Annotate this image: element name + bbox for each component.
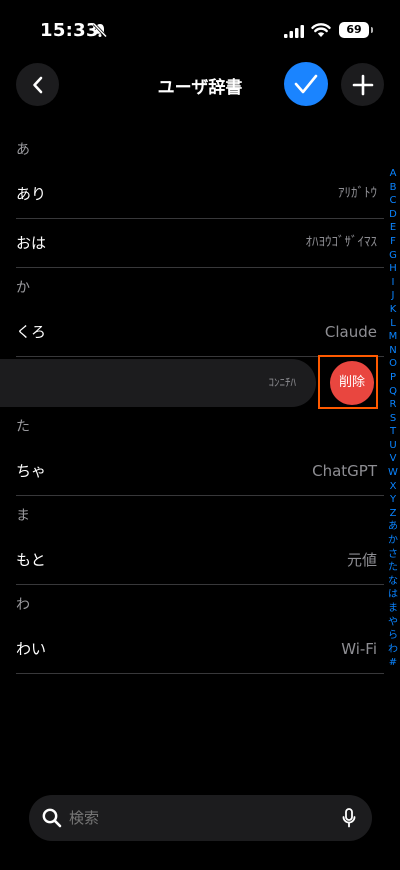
index-letter[interactable]: K [390,303,397,317]
index-letter[interactable]: O [389,357,397,371]
list-item[interactable]: ちゃ ChatGPT [0,447,384,495]
item-reading: あり [16,185,47,203]
index-letter[interactable]: B [390,181,397,195]
confirm-button[interactable] [284,62,328,106]
item-reading: わい [16,640,47,658]
index-letter[interactable]: D [389,208,397,222]
index-letter[interactable]: L [390,317,396,331]
search-icon [42,808,62,828]
section-header: た [16,419,30,435]
item-reading: ちゃ [16,462,47,480]
dictionary-list: あ あり ｱﾘｶﾞﾄｳ おは ｵﾊﾖｳｺﾞｻﾞｲﾏｽ か くろ Claude ｺ… [0,130,384,674]
index-letter[interactable]: か [388,534,398,548]
microphone-icon[interactable] [342,808,356,828]
checkmark-icon [294,74,318,94]
add-button[interactable] [341,63,384,106]
index-letter[interactable]: は [388,588,398,602]
status-time: 15:33 [40,20,99,41]
index-letter[interactable]: H [389,262,397,276]
item-word: Wi-Fi [341,640,377,658]
search-input[interactable] [69,795,329,841]
section-index[interactable]: A B C D E F G H I J K L M N O P Q R S T U V W X Y Z あかさたなはまやらわ # [386,167,400,670]
list-item[interactable]: くろ Claude [0,308,384,356]
swiped-list-item[interactable]: ｺﾝﾆﾁﾊ 削除 [0,355,384,409]
index-letter[interactable]: X [390,480,397,494]
index-letter[interactable]: W [388,466,398,480]
index-letter[interactable]: Y [390,493,396,507]
item-word: Claude [324,323,377,341]
signal-icon [284,25,304,38]
index-letter[interactable]: M [389,330,398,344]
status-bar: 15:33 69 [0,0,400,60]
bell-off-icon [92,22,108,38]
item-word: 元値 [346,551,377,569]
index-letter[interactable]: G [389,249,397,263]
index-letter[interactable]: ま [388,602,398,616]
section-header: か [16,280,30,296]
index-letter[interactable]: F [390,235,396,249]
divider [16,673,384,674]
index-letter[interactable]: Q [389,385,397,399]
index-letter[interactable]: # [389,656,397,670]
section-header: あ [16,142,30,158]
index-letter[interactable]: V [390,452,397,466]
item-word: ChatGPT [312,462,377,480]
list-item[interactable]: もと 元値 [0,536,384,584]
battery-indicator: 69 [339,22,369,38]
swiped-item-content[interactable]: ｺﾝﾆﾁﾊ [0,359,316,407]
index-letter[interactable]: な [388,575,398,589]
index-letter[interactable]: A [390,167,397,181]
page-title: ユーザ辞書 [157,78,243,98]
index-letter[interactable]: や [388,616,398,630]
item-reading: くろ [16,323,47,341]
section-header: ま [16,508,30,524]
index-letter[interactable]: S [390,412,396,426]
wifi-icon [311,23,331,37]
battery-tip [371,27,373,33]
list-item[interactable]: おは ｵﾊﾖｳｺﾞｻﾞｲﾏｽ [0,219,384,267]
item-reading: もと [16,551,46,569]
index-letter[interactable]: E [390,221,396,235]
index-letter[interactable]: R [390,398,397,412]
item-reading: おは [16,234,47,252]
index-letter[interactable]: ら [388,629,398,643]
index-letter[interactable]: C [390,194,397,208]
index-letter[interactable]: N [389,344,396,358]
item-word: ｱﾘｶﾞﾄｳ [338,186,377,201]
index-letter[interactable]: U [389,439,396,453]
plus-icon [352,74,373,95]
index-letter[interactable]: あ [388,520,398,534]
index-letter[interactable]: さ [388,548,398,562]
index-letter[interactable]: P [390,371,396,385]
index-letter[interactable]: T [390,425,396,439]
index-letter[interactable]: I [392,276,395,290]
list-item[interactable]: あり ｱﾘｶﾞﾄｳ [0,170,384,218]
list-item[interactable]: わい Wi-Fi [0,625,384,673]
delete-button[interactable]: 削除 [330,361,374,405]
search-bar[interactable] [29,795,372,841]
index-letter[interactable]: た [388,561,398,575]
item-word: ｺﾝﾆﾁﾊ [268,376,297,389]
index-letter[interactable]: わ [388,643,398,657]
index-letter[interactable]: Z [390,507,397,521]
section-header: わ [16,597,30,613]
item-word: ｵﾊﾖｳｺﾞｻﾞｲﾏｽ [305,235,378,250]
index-letter[interactable]: J [392,289,395,303]
